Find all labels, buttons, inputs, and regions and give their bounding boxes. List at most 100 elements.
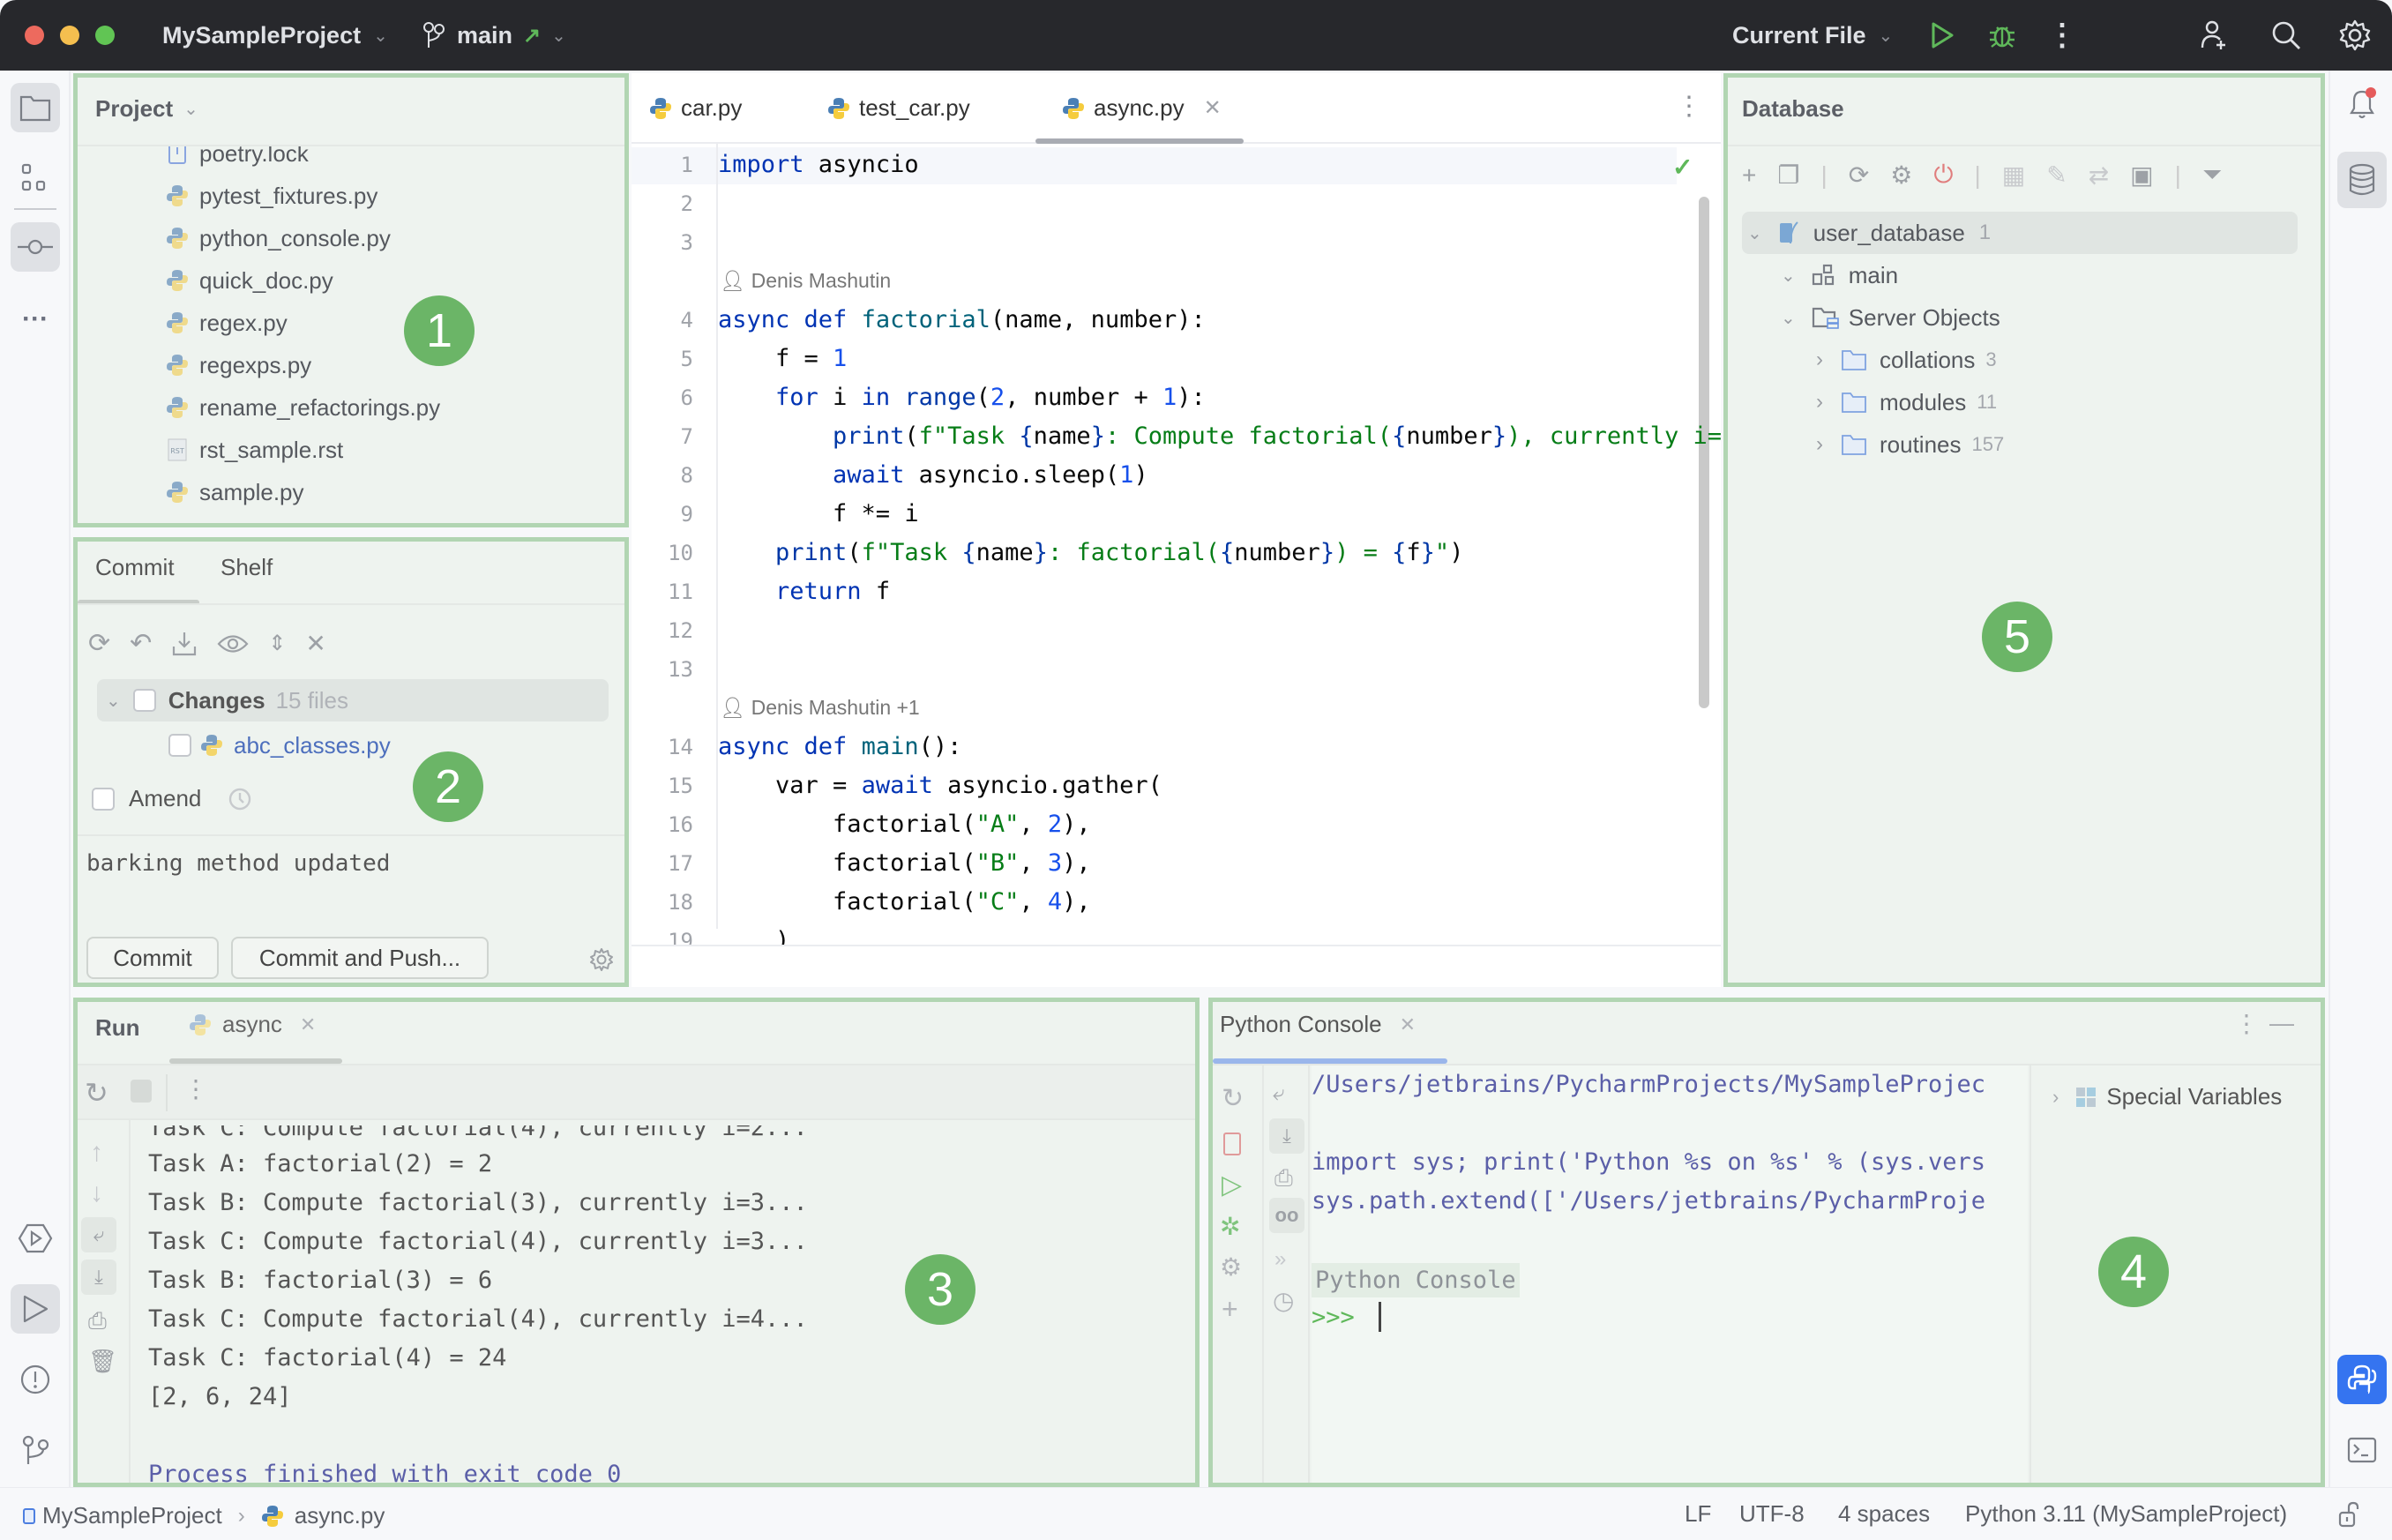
indent-selector[interactable]: 4 spaces xyxy=(1838,1500,1930,1528)
breadcrumb-file[interactable]: async.py xyxy=(295,1502,385,1529)
file-tree-item[interactable]: sample.py xyxy=(166,471,304,513)
editor-scrollbar[interactable] xyxy=(1699,197,1709,708)
tab-commit[interactable]: Commit xyxy=(95,554,175,581)
file-tree-item[interactable]: poetry.lock xyxy=(166,146,309,175)
file-tree-item[interactable]: regexps.py xyxy=(166,344,311,386)
history-prompt-icon[interactable]: » xyxy=(1274,1247,1286,1272)
server-objects-item[interactable]: ⌄ Server Objects xyxy=(1781,296,2000,339)
gear-icon[interactable] xyxy=(589,947,614,972)
rerun-icon[interactable]: ↻ xyxy=(85,1076,108,1110)
file-tree-item[interactable]: rename_refactorings.py xyxy=(166,386,440,429)
amend-checkbox[interactable] xyxy=(92,787,115,811)
collapse-all-icon[interactable]: ✕ xyxy=(305,629,325,658)
stop-icon[interactable] xyxy=(131,1080,152,1103)
close-tab-icon[interactable]: ✕ xyxy=(300,1013,316,1036)
maximize-window-button[interactable] xyxy=(95,26,115,45)
minimize-icon[interactable]: — xyxy=(2269,1009,2294,1037)
commit-message-input[interactable]: barking method updated xyxy=(86,841,624,937)
structure-tool-button[interactable] xyxy=(11,153,60,203)
refresh-icon[interactable]: ⟳ xyxy=(88,628,110,659)
special-variables-item[interactable]: › Special Variables xyxy=(2052,1083,2282,1110)
schema-item[interactable]: ⌄ main xyxy=(1781,254,1898,296)
code-author-hint[interactable]: 👤︎ Denis Mashutin xyxy=(720,269,891,293)
database-tool-button[interactable] xyxy=(2337,152,2387,208)
minimize-window-button[interactable] xyxy=(60,26,79,45)
search-button[interactable] xyxy=(2267,16,2306,55)
gear-icon[interactable]: ⚙ xyxy=(1220,1252,1242,1282)
eye-icon[interactable] xyxy=(217,632,249,655)
database-root[interactable]: ⌄ user_database 1 xyxy=(1747,212,1991,254)
settings-button[interactable] xyxy=(2336,16,2374,55)
scroll-to-end-icon[interactable]: ⤓ xyxy=(1269,1118,1304,1154)
table-icon[interactable]: ▦ xyxy=(2002,161,2025,190)
disconnect-icon[interactable]: ⏻ xyxy=(1933,161,1953,190)
project-selector[interactable]: MySampleProject ⌄ xyxy=(162,0,388,71)
tab-car-py[interactable]: car.py xyxy=(649,94,742,122)
file-tree-item[interactable]: python_console.py xyxy=(166,217,391,259)
file-tree-item[interactable]: scientific.py xyxy=(166,513,318,524)
run-icon[interactable]: ▷ xyxy=(1222,1170,1242,1200)
project-tool-button[interactable] xyxy=(11,83,60,132)
compare-icon[interactable]: ⇄ xyxy=(2089,161,2109,190)
tab-shelf[interactable]: Shelf xyxy=(221,554,273,581)
close-tab-icon[interactable]: ✕ xyxy=(1204,95,1222,121)
trash-icon[interactable]: 🗑︎ xyxy=(88,1348,117,1375)
scroll-to-end-icon[interactable]: ⤓ xyxy=(81,1260,116,1295)
refresh-icon[interactable]: ⟳ xyxy=(1849,161,1869,190)
show-variables-icon[interactable]: oo xyxy=(1269,1198,1304,1233)
commit-tool-button[interactable] xyxy=(11,222,60,272)
history-icon[interactable] xyxy=(228,787,252,811)
soft-wrap-icon[interactable]: ⤶ xyxy=(81,1217,116,1252)
encoding-selector[interactable]: UTF-8 xyxy=(1739,1500,1805,1528)
breadcrumb-project[interactable]: MySampleProject xyxy=(42,1502,222,1529)
git-tool-button[interactable] xyxy=(11,1425,60,1475)
code-author-hint[interactable]: 👤︎ Denis Mashutin +1 xyxy=(720,696,920,720)
db-folder-item[interactable]: › routines 157 xyxy=(1816,423,2004,466)
project-view-selector[interactable]: Project ⌄ xyxy=(95,95,198,123)
file-tree-item[interactable]: RST rst_sample.rst xyxy=(166,429,343,471)
amend-option[interactable]: Amend xyxy=(92,785,252,812)
file-tree-item[interactable]: regex.py xyxy=(166,302,288,344)
scroll-down-icon[interactable]: ↓ xyxy=(90,1178,103,1208)
add-user-button[interactable] xyxy=(2194,16,2233,55)
services-tool-button[interactable] xyxy=(11,1214,60,1263)
console-icon[interactable]: ▣ xyxy=(2130,161,2153,190)
stop-icon[interactable] xyxy=(1223,1133,1241,1155)
notifications-button[interactable] xyxy=(2337,79,2387,129)
run-button[interactable] xyxy=(1923,16,1962,55)
history-icon[interactable]: ◷ xyxy=(1273,1286,1294,1315)
db-folder-item[interactable]: › modules 11 xyxy=(1816,381,1997,423)
more-actions-icon[interactable]: ⋮ xyxy=(183,1074,208,1103)
more-actions-icon[interactable]: ⋮ xyxy=(2043,16,2082,55)
more-actions-icon[interactable]: ⋮ xyxy=(2234,1009,2259,1038)
tab-async-py[interactable]: async.py ✕ xyxy=(1062,94,1222,122)
line-ending-selector[interactable]: LF xyxy=(1685,1500,1711,1528)
python-console-tool-button[interactable] xyxy=(2337,1355,2387,1404)
close-tab-icon[interactable]: ✕ xyxy=(1400,1013,1416,1036)
filter-icon[interactable]: ⏷ xyxy=(2202,161,2222,190)
changes-group[interactable]: ⌄ Changes 15 files xyxy=(97,679,609,721)
print-icon[interactable]: ⎙ xyxy=(1274,1164,1293,1192)
console-tab[interactable]: Python Console ✕ xyxy=(1220,1011,1416,1038)
run-tab-async[interactable]: async ✕ xyxy=(189,1011,316,1038)
rerun-icon[interactable]: ↻ xyxy=(1222,1083,1244,1114)
problems-tool-button[interactable] xyxy=(11,1355,60,1404)
expand-all-icon[interactable]: ⇕ xyxy=(268,631,286,656)
run-config-selector[interactable]: Current File ⌄ xyxy=(1732,0,1893,71)
changed-file-item[interactable]: abc_classes.py xyxy=(168,725,391,766)
commit-and-push-button[interactable]: Commit and Push... xyxy=(231,937,489,979)
branch-selector[interactable]: main ↗ ⌄ xyxy=(422,0,566,71)
print-icon[interactable]: ⎙ xyxy=(88,1307,107,1335)
copy-icon[interactable]: ❐ xyxy=(1777,161,1799,190)
commit-button[interactable]: Commit xyxy=(86,937,219,979)
tab-test-car-py[interactable]: test_car.py xyxy=(827,94,970,122)
close-window-button[interactable] xyxy=(25,26,44,45)
file-tree-item[interactable]: pytest_fixtures.py xyxy=(166,175,377,217)
debug-button[interactable] xyxy=(1983,16,2022,55)
interpreter-selector[interactable]: Python 3.11 (MySampleProject) xyxy=(1965,1500,2287,1528)
terminal-tool-button[interactable] xyxy=(2337,1425,2387,1475)
more-tools-icon[interactable]: ··· xyxy=(11,295,60,344)
changes-checkbox[interactable] xyxy=(132,689,156,712)
soft-wrap-icon[interactable]: ⤶ xyxy=(1273,1081,1284,1106)
add-icon[interactable]: + xyxy=(1742,161,1756,190)
